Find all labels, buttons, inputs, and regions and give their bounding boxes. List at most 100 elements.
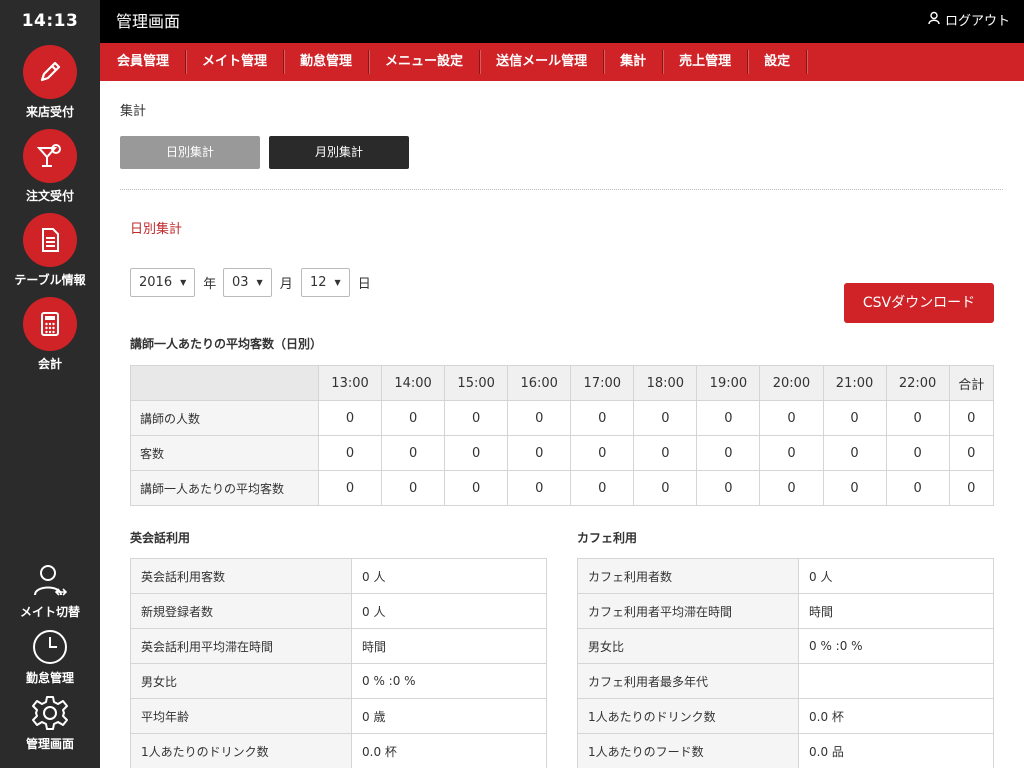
- table-row: 客数 0 0 0 0 0 0 0 0 0 0 0: [130, 435, 995, 471]
- day-select[interactable]: 12 ▼: [301, 268, 350, 297]
- hourly-table: 13:00 14:00 15:00 16:00 17:00 18:00 19:0…: [130, 365, 995, 506]
- sidebar-button-label: 注文受付: [25, 189, 74, 203]
- table-cell: 0: [444, 470, 509, 506]
- row-label: 講師一人あたりの平均客数: [130, 470, 319, 506]
- pencil-icon: [23, 45, 77, 99]
- sidebar-button-reception[interactable]: 来店受付: [0, 45, 100, 120]
- table-cell: 0: [885, 470, 950, 506]
- english-table: 英会話利用客数 0 人新規登録者数 0 人英会話利用平均滞在時間 時間 男女比 0 % :…: [130, 558, 547, 768]
- stat-value: 0 歳: [351, 698, 547, 734]
- table-row: 1人あたりのドリンク数 0.0 杯: [130, 733, 547, 768]
- table-row: 英会話利用平均滞在時間 時間: [130, 628, 547, 664]
- row-label: 客数: [130, 435, 319, 471]
- tab-daily[interactable]: 日別集計: [120, 136, 260, 169]
- year-select[interactable]: 2016 ▼: [130, 268, 196, 297]
- table-cell: 0: [570, 435, 635, 471]
- table-row: 講師一人あたりの平均客数 0 0 0 0 0 0 0 0 0 0 0: [130, 470, 995, 506]
- document-icon: [23, 213, 77, 267]
- stat-value: 0 % :0 %: [351, 663, 547, 699]
- sidebar-button-label: 勤怠管理: [25, 671, 74, 685]
- sidebar-button-label: 来店受付: [25, 105, 74, 119]
- stat-value: 0.0 杯: [351, 733, 547, 768]
- table-cell: 0: [570, 470, 635, 506]
- nav-menu-settings[interactable]: メニュー設定: [369, 50, 481, 74]
- table-cell: 0: [317, 470, 383, 506]
- chevron-down-icon: ▼: [180, 278, 187, 287]
- year-value: 2016: [139, 275, 173, 290]
- table-header-row: 13:00 14:00 15:00 16:00 17:00 18:00 19:0…: [130, 365, 995, 401]
- cafe-title: カフェ利用: [577, 531, 638, 545]
- sidebar-button-label: テーブル情報: [14, 273, 86, 287]
- table-cell: 0: [381, 470, 446, 506]
- stat-value: 0.0 杯: [798, 698, 994, 734]
- table-cell: 0: [696, 435, 761, 471]
- stat-label: 1人あたりのドリンク数: [130, 733, 352, 768]
- stat-label: 男女比: [577, 628, 799, 664]
- table-row: 英会話利用客数 0 人: [130, 558, 547, 594]
- table-cell: 0: [381, 400, 446, 436]
- table-cell: 0: [822, 435, 887, 471]
- stat-value: 時間: [351, 628, 547, 664]
- table-row: カフェ利用者平均滞在時間 時間: [577, 593, 994, 629]
- stat-value: 0 人: [351, 593, 547, 629]
- stat-label: カフェ利用者数: [577, 558, 799, 594]
- table-corner: [130, 365, 319, 401]
- clock: 14:13: [21, 11, 79, 31]
- stat-label: 男女比: [130, 663, 352, 699]
- table-cell: 0: [948, 470, 995, 506]
- table-cell: 0: [759, 435, 824, 471]
- day-value: 12: [310, 275, 327, 290]
- table-cell: 0: [317, 400, 383, 436]
- divider: [120, 189, 1003, 190]
- table-row: 講師の人数 0 0 0 0 0 0 0 0 0 0 0: [130, 400, 995, 436]
- table-cell: 0: [507, 435, 572, 471]
- nav-sales[interactable]: 売上管理: [663, 50, 749, 74]
- table-cell: 0: [444, 400, 509, 436]
- sidebar-button-checkout[interactable]: 会計: [0, 297, 100, 372]
- stat-value: 時間: [798, 593, 994, 629]
- month-select[interactable]: 03 ▼: [223, 268, 272, 297]
- stat-value: 0 % :0 %: [798, 628, 994, 664]
- nav-settings[interactable]: 設定: [748, 50, 808, 74]
- table-cell: 0: [759, 470, 824, 506]
- day-selector: 12 ▼ 日: [301, 268, 371, 297]
- table-cell: 0: [633, 400, 698, 436]
- sidebar-button-attendance[interactable]: 勤怠管理: [0, 625, 100, 686]
- nav-attendance[interactable]: 勤怠管理: [284, 50, 370, 74]
- month-unit: 月: [279, 277, 293, 292]
- logout-button[interactable]: ログアウト: [927, 0, 1010, 43]
- stat-label: カフェ利用者平均滞在時間: [577, 593, 799, 629]
- nav-summary[interactable]: 集計: [604, 50, 664, 74]
- table-cell: 0: [822, 400, 887, 436]
- stat-value: [798, 663, 994, 699]
- english-title: 英会話利用: [130, 531, 191, 545]
- table-cell: 0: [633, 435, 698, 471]
- sidebar-button-mate-switch[interactable]: メイト切替: [0, 559, 100, 620]
- table-cell: 0: [633, 470, 698, 506]
- breadcrumb: 集計: [120, 104, 147, 119]
- sidebar-button-admin[interactable]: 管理画面: [0, 691, 100, 752]
- sidebar-button-table-info[interactable]: テーブル情報: [0, 213, 100, 288]
- table-row: 1人あたりのドリンク数 0.0 杯: [577, 698, 994, 734]
- cafe-table: カフェ利用者数 0 人カフェ利用者平均滞在時間 時間 男女比 0 % :0 % カフェ利用…: [577, 558, 994, 768]
- month-value: 03: [232, 275, 249, 290]
- nav-mail[interactable]: 送信メール管理: [480, 50, 605, 74]
- table-row: カフェ利用者最多年代: [577, 663, 994, 699]
- section-title: 日別集計: [130, 222, 183, 237]
- tab-monthly[interactable]: 月別集計: [269, 136, 409, 169]
- column-header: 14:00: [381, 365, 446, 401]
- gear-icon: [0, 691, 100, 735]
- user-icon: [927, 0, 941, 43]
- logout-label: ログアウト: [944, 14, 1010, 29]
- table-cell: 0: [507, 400, 572, 436]
- column-header: 20:00: [759, 365, 824, 401]
- csv-download-button[interactable]: CSVダウンロード: [844, 283, 994, 323]
- nav-mates[interactable]: メイト管理: [186, 50, 285, 74]
- stat-value: 0.0 品: [798, 733, 994, 768]
- main-nav: 会員管理 メイト管理 勤怠管理 メニュー設定 送信メール管理 集計 売上管理 設…: [100, 43, 1024, 81]
- column-header: 18:00: [633, 365, 698, 401]
- sidebar-button-order[interactable]: 注文受付: [0, 129, 100, 204]
- stat-value: 0 人: [351, 558, 547, 594]
- nav-members[interactable]: 会員管理: [101, 50, 187, 74]
- column-header: 22:00: [885, 365, 950, 401]
